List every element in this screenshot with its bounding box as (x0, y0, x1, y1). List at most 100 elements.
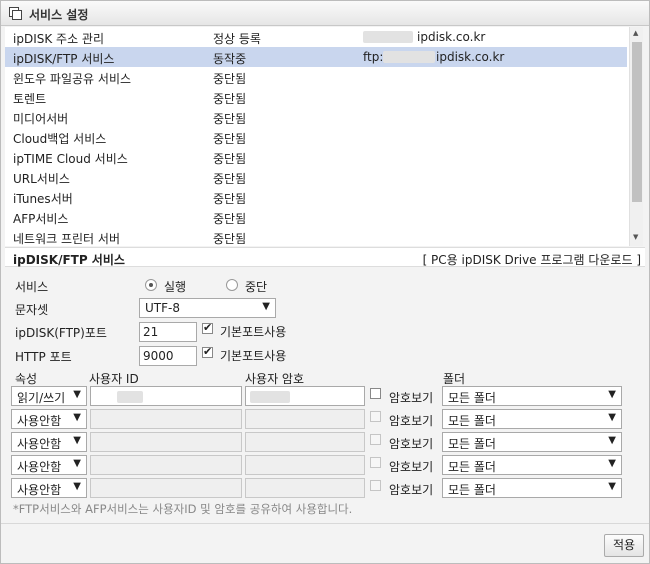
divider (1, 523, 649, 524)
attr-select[interactable]: 사용안함 ▼ (11, 409, 87, 429)
stop-label: 중단 (245, 280, 268, 294)
scroll-down-icon[interactable]: ▼ (633, 233, 638, 241)
service-name: 네트워크 프린터 서버 (13, 232, 120, 246)
service-info: ipdisk.co.kr (436, 50, 505, 64)
service-status: 중단됨 (213, 212, 247, 226)
scrollbar-thumb[interactable] (632, 42, 642, 202)
user-id-header: 사용자 ID (89, 372, 139, 386)
user-pw-input[interactable] (245, 478, 365, 498)
sharing-note: *FTP서비스와 AFP서비스는 사용자ID 및 암호를 공유하여 사용합니다. (13, 502, 353, 516)
user-pw-input[interactable] (245, 455, 365, 475)
chevron-down-icon: ▼ (73, 389, 81, 400)
folder-select[interactable]: 모든 폴더 ▼ (442, 409, 622, 429)
folder-value: 모든 폴더 (448, 437, 496, 451)
section-title: ipDISK/FTP 서비스 (13, 253, 125, 267)
http-default-port-label: 기본포트사용 (220, 349, 287, 363)
folder-select[interactable]: 모든 폴더 ▼ (442, 432, 622, 452)
folder-value: 모든 폴더 (448, 460, 496, 474)
charset-select[interactable]: UTF-8 ▼ (139, 298, 276, 318)
folder-select[interactable]: 모든 폴더 ▼ (442, 455, 622, 475)
run-radio[interactable] (145, 279, 157, 291)
service-row[interactable]: 미디어서버 중단됨 (5, 107, 627, 127)
attr-select[interactable]: 사용안함 ▼ (11, 455, 87, 475)
chevron-down-icon: ▼ (73, 435, 81, 446)
service-row[interactable]: 네트워크 프린터 서버 중단됨 (5, 227, 627, 246)
attr-value: 사용안함 (17, 437, 62, 451)
service-row[interactable]: iTunes서버 중단됨 (5, 187, 627, 207)
chevron-down-icon: ▼ (608, 435, 616, 446)
service-status: 중단됨 (213, 172, 247, 186)
folder-select[interactable]: 모든 폴더 ▼ (442, 386, 622, 406)
section-header: ipDISK/FTP 서비스 [ PC용 ipDISK Drive 프로그램 다… (5, 247, 645, 267)
service-row[interactable]: 토렌트 중단됨 (5, 87, 627, 107)
attr-value: 사용안함 (17, 414, 62, 428)
service-name: ipTIME Cloud 서비스 (13, 152, 128, 166)
user-id-input[interactable] (90, 455, 242, 475)
attr-value: 사용안함 (17, 460, 62, 474)
service-name: ipDISK 주소 관리 (13, 32, 105, 46)
http-port-value: 9000 (143, 349, 174, 363)
show-pw-checkbox[interactable] (370, 411, 381, 422)
service-status: 동작중 (213, 52, 247, 66)
user-id-input[interactable] (90, 432, 242, 452)
user-pw-input[interactable] (245, 409, 365, 429)
ftp-default-port-checkbox[interactable] (202, 321, 213, 334)
attr-value: 사용안함 (17, 483, 62, 497)
ftp-port-input[interactable]: 21 (139, 322, 197, 342)
show-pw-checkbox[interactable] (370, 388, 381, 399)
charset-label: 문자셋 (15, 303, 49, 317)
service-status: 중단됨 (213, 192, 247, 206)
folder-value: 모든 폴더 (448, 414, 496, 428)
folder-value: 모든 폴더 (448, 391, 496, 405)
download-link[interactable]: [ PC용 ipDISK Drive 프로그램 다운로드 ] (423, 251, 641, 268)
stop-radio[interactable] (226, 279, 238, 291)
show-pw-label: 암호보기 (389, 391, 434, 405)
service-row[interactable]: ipDISK 주소 관리 정상 등록 ipdisk.co.kr (5, 27, 627, 47)
panel-titlebar: 서비스 설정 (1, 1, 649, 26)
service-name: 토렌트 (13, 92, 47, 106)
attr-select[interactable]: 읽기/쓰기 ▼ (11, 386, 87, 406)
show-pw-checkbox[interactable] (370, 480, 381, 491)
user-pw-input[interactable] (245, 386, 365, 406)
show-pw-label: 암호보기 (389, 414, 434, 428)
user-id-input[interactable] (90, 478, 242, 498)
user-id-input[interactable] (90, 386, 242, 406)
service-list-scrollbar[interactable]: ▲ ▼ (629, 27, 643, 246)
service-name: AFP서비스 (13, 212, 69, 226)
http-default-port-checkbox[interactable] (202, 345, 213, 358)
show-pw-label: 암호보기 (389, 483, 434, 497)
service-label: 서비스 (15, 280, 49, 294)
attr-value: 읽기/쓰기 (17, 391, 66, 405)
attr-select[interactable]: 사용안함 ▼ (11, 432, 87, 452)
attr-header: 속성 (15, 372, 38, 386)
show-pw-checkbox[interactable] (370, 434, 381, 445)
service-row[interactable]: Cloud백업 서비스 중단됨 (5, 127, 627, 147)
service-status: 정상 등록 (213, 32, 261, 46)
apply-button[interactable]: 적용 (604, 534, 644, 557)
http-port-input[interactable]: 9000 (139, 346, 197, 366)
folder-value: 모든 폴더 (448, 483, 496, 497)
user-pw-input[interactable] (245, 432, 365, 452)
attr-select[interactable]: 사용안함 ▼ (11, 478, 87, 498)
service-row[interactable]: ipTIME Cloud 서비스 중단됨 (5, 147, 627, 167)
user-id-input[interactable] (90, 409, 242, 429)
service-name: URL서비스 (13, 172, 70, 186)
service-name: 미디어서버 (13, 112, 69, 126)
redacted-password (250, 391, 290, 403)
folder-select[interactable]: 모든 폴더 ▼ (442, 478, 622, 498)
service-row[interactable]: AFP서비스 중단됨 (5, 207, 627, 227)
service-row[interactable]: URL서비스 중단됨 (5, 167, 627, 187)
window-icon (9, 7, 22, 20)
chevron-down-icon: ▼ (73, 481, 81, 492)
redacted-host (363, 31, 413, 43)
service-row-selected[interactable]: ipDISK/FTP 서비스 동작중 ftp:// ipdisk.co.kr (5, 47, 627, 67)
show-pw-checkbox[interactable] (370, 457, 381, 468)
scroll-up-icon[interactable]: ▲ (633, 29, 638, 37)
service-row[interactable]: 윈도우 파일공유 서비스 중단됨 (5, 67, 627, 87)
chevron-down-icon: ▼ (73, 458, 81, 469)
ftp-port-value: 21 (143, 325, 159, 339)
service-list[interactable]: ipDISK 주소 관리 정상 등록 ipdisk.co.kr ipDISK/F… (5, 27, 643, 246)
service-status: 중단됨 (213, 152, 247, 166)
service-status: 중단됨 (213, 112, 247, 126)
service-info: ipdisk.co.kr (417, 30, 486, 44)
